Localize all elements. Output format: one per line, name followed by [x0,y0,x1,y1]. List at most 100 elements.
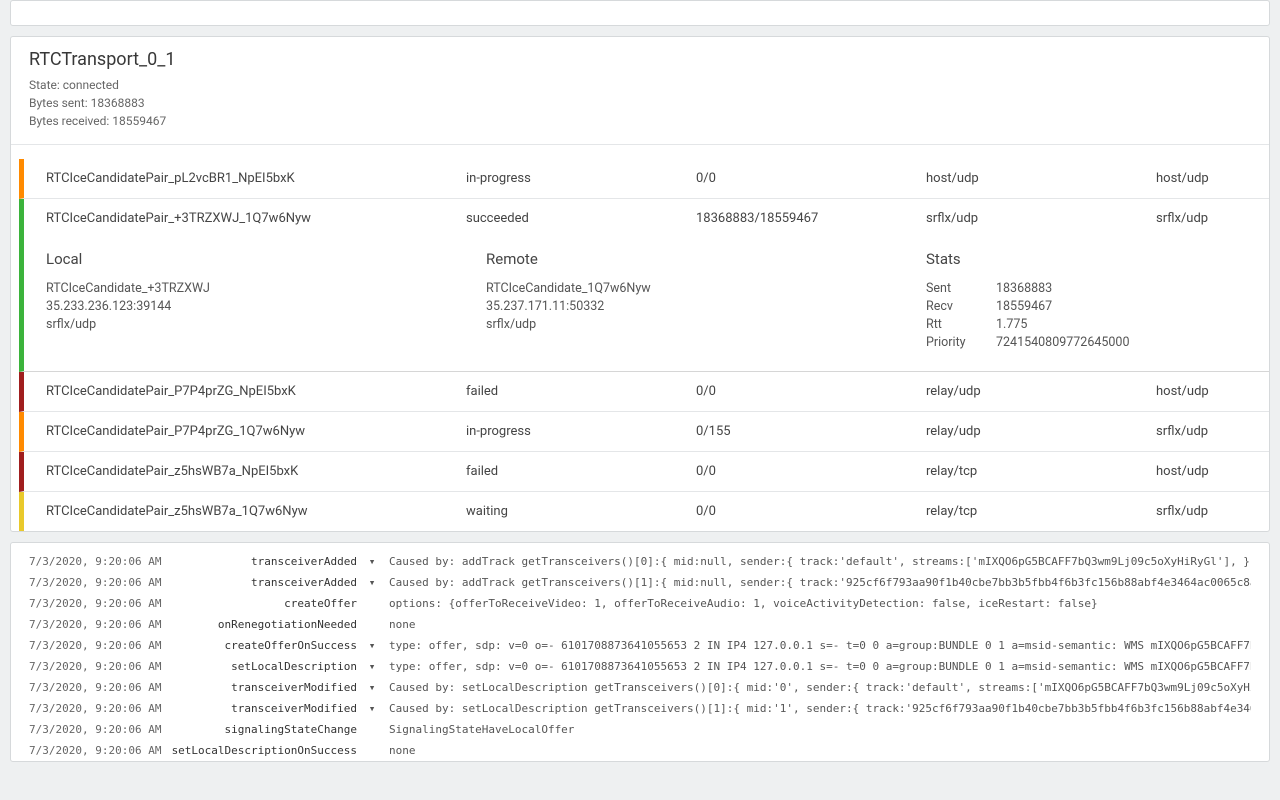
log-kind: transceiverAdded [167,576,357,589]
pair-name: RTCIceCandidatePair_+3TRZXWJ_1Q7w6Nyw [46,211,466,226]
chevron-down-icon[interactable]: ▾ [365,681,379,694]
log-detail: SignalingStateHaveLocalOffer [389,723,1251,736]
remote-candidate-type: srflx/udp [486,316,926,334]
pair-remote-type: host/udp [1156,464,1269,479]
log-timestamp: 7/3/2020, 9:20:06 AM [29,681,159,694]
pair-state: in-progress [466,171,696,186]
log-timestamp: 7/3/2020, 9:20:06 AM [29,639,159,652]
log-kind: transceiverModified [167,681,357,694]
transport-bytes-received: Bytes received: 18559467 [29,112,1251,130]
pair-remote-type: srflx/udp [1156,504,1269,519]
log-kind: setLocalDescriptionOnSuccess [167,744,357,757]
local-candidate: Local RTCIceCandidate_+3TRZXWJ 35.233.23… [46,250,486,353]
pair-bytes: 0/0 [696,384,926,399]
stat-key: Rtt [926,316,996,334]
candidate-pair-row[interactable]: RTCIceCandidatePair_z5hsWB7a_1Q7w6Nyw wa… [19,492,1269,531]
log-row[interactable]: 7/3/2020, 9:20:06 AM setLocalDescription ▾… [29,656,1251,677]
stat-key: Recv [926,298,996,316]
log-detail: options: {offerToReceiveVideo: 1, offerT… [389,597,1251,610]
pair-bytes: 0/0 [696,464,926,479]
log-timestamp: 7/3/2020, 9:20:06 AM [29,618,159,631]
pair-bytes: 0/0 [696,504,926,519]
local-title: Local [46,250,486,268]
log-detail: Caused by: setLocalDescription getTransc… [389,702,1251,715]
remote-candidate-addr: 35.237.171.11:50332 [486,298,926,316]
pair-name: RTCIceCandidatePair_P7P4prZG_1Q7w6Nyw [46,424,466,439]
log-kind: setLocalDescription [167,660,357,673]
transport-title: RTCTransport_0_1 [29,49,1251,70]
top-empty-card [10,0,1270,26]
log-detail: Caused by: addTrack getTransceivers()[1]… [389,576,1251,589]
pair-bytes: 0/0 [696,171,926,186]
local-candidate-addr: 35.233.236.123:39144 [46,298,486,316]
candidate-pair-detail: Local RTCIceCandidate_+3TRZXWJ 35.233.23… [19,238,1269,372]
pair-local-type: host/udp [926,171,1156,186]
transport-header: RTCTransport_0_1 State: connected Bytes … [11,37,1269,145]
pair-remote-type: host/udp [1156,384,1269,399]
candidate-pair-row[interactable]: RTCIceCandidatePair_z5hsWB7a_NpEI5bxK fa… [19,452,1269,492]
pair-local-type: srflx/udp [926,211,1156,226]
pair-state: succeeded [466,211,696,226]
candidate-pair-row[interactable]: RTCIceCandidatePair_pL2vcBR1_NpEI5bxK in… [19,159,1269,199]
log-row[interactable]: 7/3/2020, 9:20:06 AM transceiverModified ▾… [29,698,1251,719]
pair-state: failed [466,464,696,479]
log-kind: transceiverModified [167,702,357,715]
chevron-down-icon[interactable]: ▾ [365,639,379,652]
stat-val: 18559467 [996,298,1269,316]
stat-val: 18368883 [996,280,1269,298]
pair-bytes: 0/155 [696,424,926,439]
log-kind: transceiverAdded [167,555,357,568]
chevron-down-icon[interactable]: ▾ [365,702,379,715]
pair-local-type: relay/udp [926,384,1156,399]
stat-key: Sent [926,280,996,298]
pair-state: failed [466,384,696,399]
log-kind: signalingStateChange [167,723,357,736]
pair-remote-type: srflx/udp [1156,211,1269,226]
candidate-pair-row[interactable]: RTCIceCandidatePair_P7P4prZG_1Q7w6Nyw in… [19,412,1269,452]
stat-val: 7241540809772645000 [996,334,1269,352]
remote-candidate: Remote RTCIceCandidate_1Q7w6Nyw 35.237.1… [486,250,926,353]
pair-name: RTCIceCandidatePair_z5hsWB7a_1Q7w6Nyw [46,504,466,519]
pair-local-type: relay/tcp [926,464,1156,479]
log-row[interactable]: 7/3/2020, 9:20:06 AM transceiverAdded ▾ Cau… [29,572,1251,593]
log-row: 7/3/2020, 9:20:06 AM signalingStateChange… [29,719,1251,740]
log-kind: createOfferOnSuccess [167,639,357,652]
log-timestamp: 7/3/2020, 9:20:06 AM [29,723,159,736]
log-timestamp: 7/3/2020, 9:20:06 AM [29,702,159,715]
log-row[interactable]: 7/3/2020, 9:20:06 AM transceiverModified ▾… [29,677,1251,698]
chevron-down-icon[interactable]: ▾ [365,555,379,568]
candidate-pair-row[interactable]: RTCIceCandidatePair_+3TRZXWJ_1Q7w6Nyw su… [19,199,1269,238]
pair-local-type: relay/tcp [926,504,1156,519]
event-log[interactable]: 7/3/2020, 9:20:06 AM transceiverAdded ▾ Cau… [10,542,1270,762]
pair-remote-type: host/udp [1156,171,1269,186]
stats-block: Stats Sent 18368883 Recv 18559467 Rtt 1.… [926,250,1269,353]
stat-val: 1.775 [996,316,1269,334]
transport-bytes-sent: Bytes sent: 18368883 [29,94,1251,112]
log-timestamp: 7/3/2020, 9:20:06 AM [29,555,159,568]
log-detail: Caused by: addTrack getTransceivers()[0]… [389,555,1251,568]
pair-name: RTCIceCandidatePair_z5hsWB7a_NpEI5bxK [46,464,466,479]
log-row[interactable]: 7/3/2020, 9:20:06 AM createOfferOnSuccess… [29,635,1251,656]
log-kind: onRenegotiationNeeded [167,618,357,631]
chevron-down-icon[interactable]: ▾ [365,576,379,589]
pair-local-type: relay/udp [926,424,1156,439]
candidate-pair-row[interactable]: RTCIceCandidatePair_P7P4prZG_NpEI5bxK fa… [19,372,1269,412]
log-timestamp: 7/3/2020, 9:20:06 AM [29,744,159,757]
log-row[interactable]: 7/3/2020, 9:20:06 AM transceiverAdded ▾ Cau… [29,551,1251,572]
transport-card: RTCTransport_0_1 State: connected Bytes … [10,36,1270,532]
transport-state: State: connected [29,76,1251,94]
log-detail: type: offer, sdp: v=0 o=- 61017088736410… [389,660,1251,673]
pair-bytes: 18368883/18559467 [696,211,926,226]
log-row: 7/3/2020, 9:20:06 AMcreateOfferoptions: … [29,593,1251,614]
remote-title: Remote [486,250,926,268]
log-timestamp: 7/3/2020, 9:20:06 AM [29,576,159,589]
chevron-down-icon[interactable]: ▾ [365,660,379,673]
local-candidate-type: srflx/udp [46,316,486,334]
stats-title: Stats [926,250,1269,268]
log-row: 7/3/2020, 9:20:06 AM setLocalDescriptionO… [29,740,1251,761]
remote-candidate-name: RTCIceCandidate_1Q7w6Nyw [486,280,926,298]
log-kind: createOffer [167,597,357,610]
log-timestamp: 7/3/2020, 9:20:06 AM [29,660,159,673]
pair-name: RTCIceCandidatePair_P7P4prZG_NpEI5bxK [46,384,466,399]
log-detail: none [389,618,1251,631]
